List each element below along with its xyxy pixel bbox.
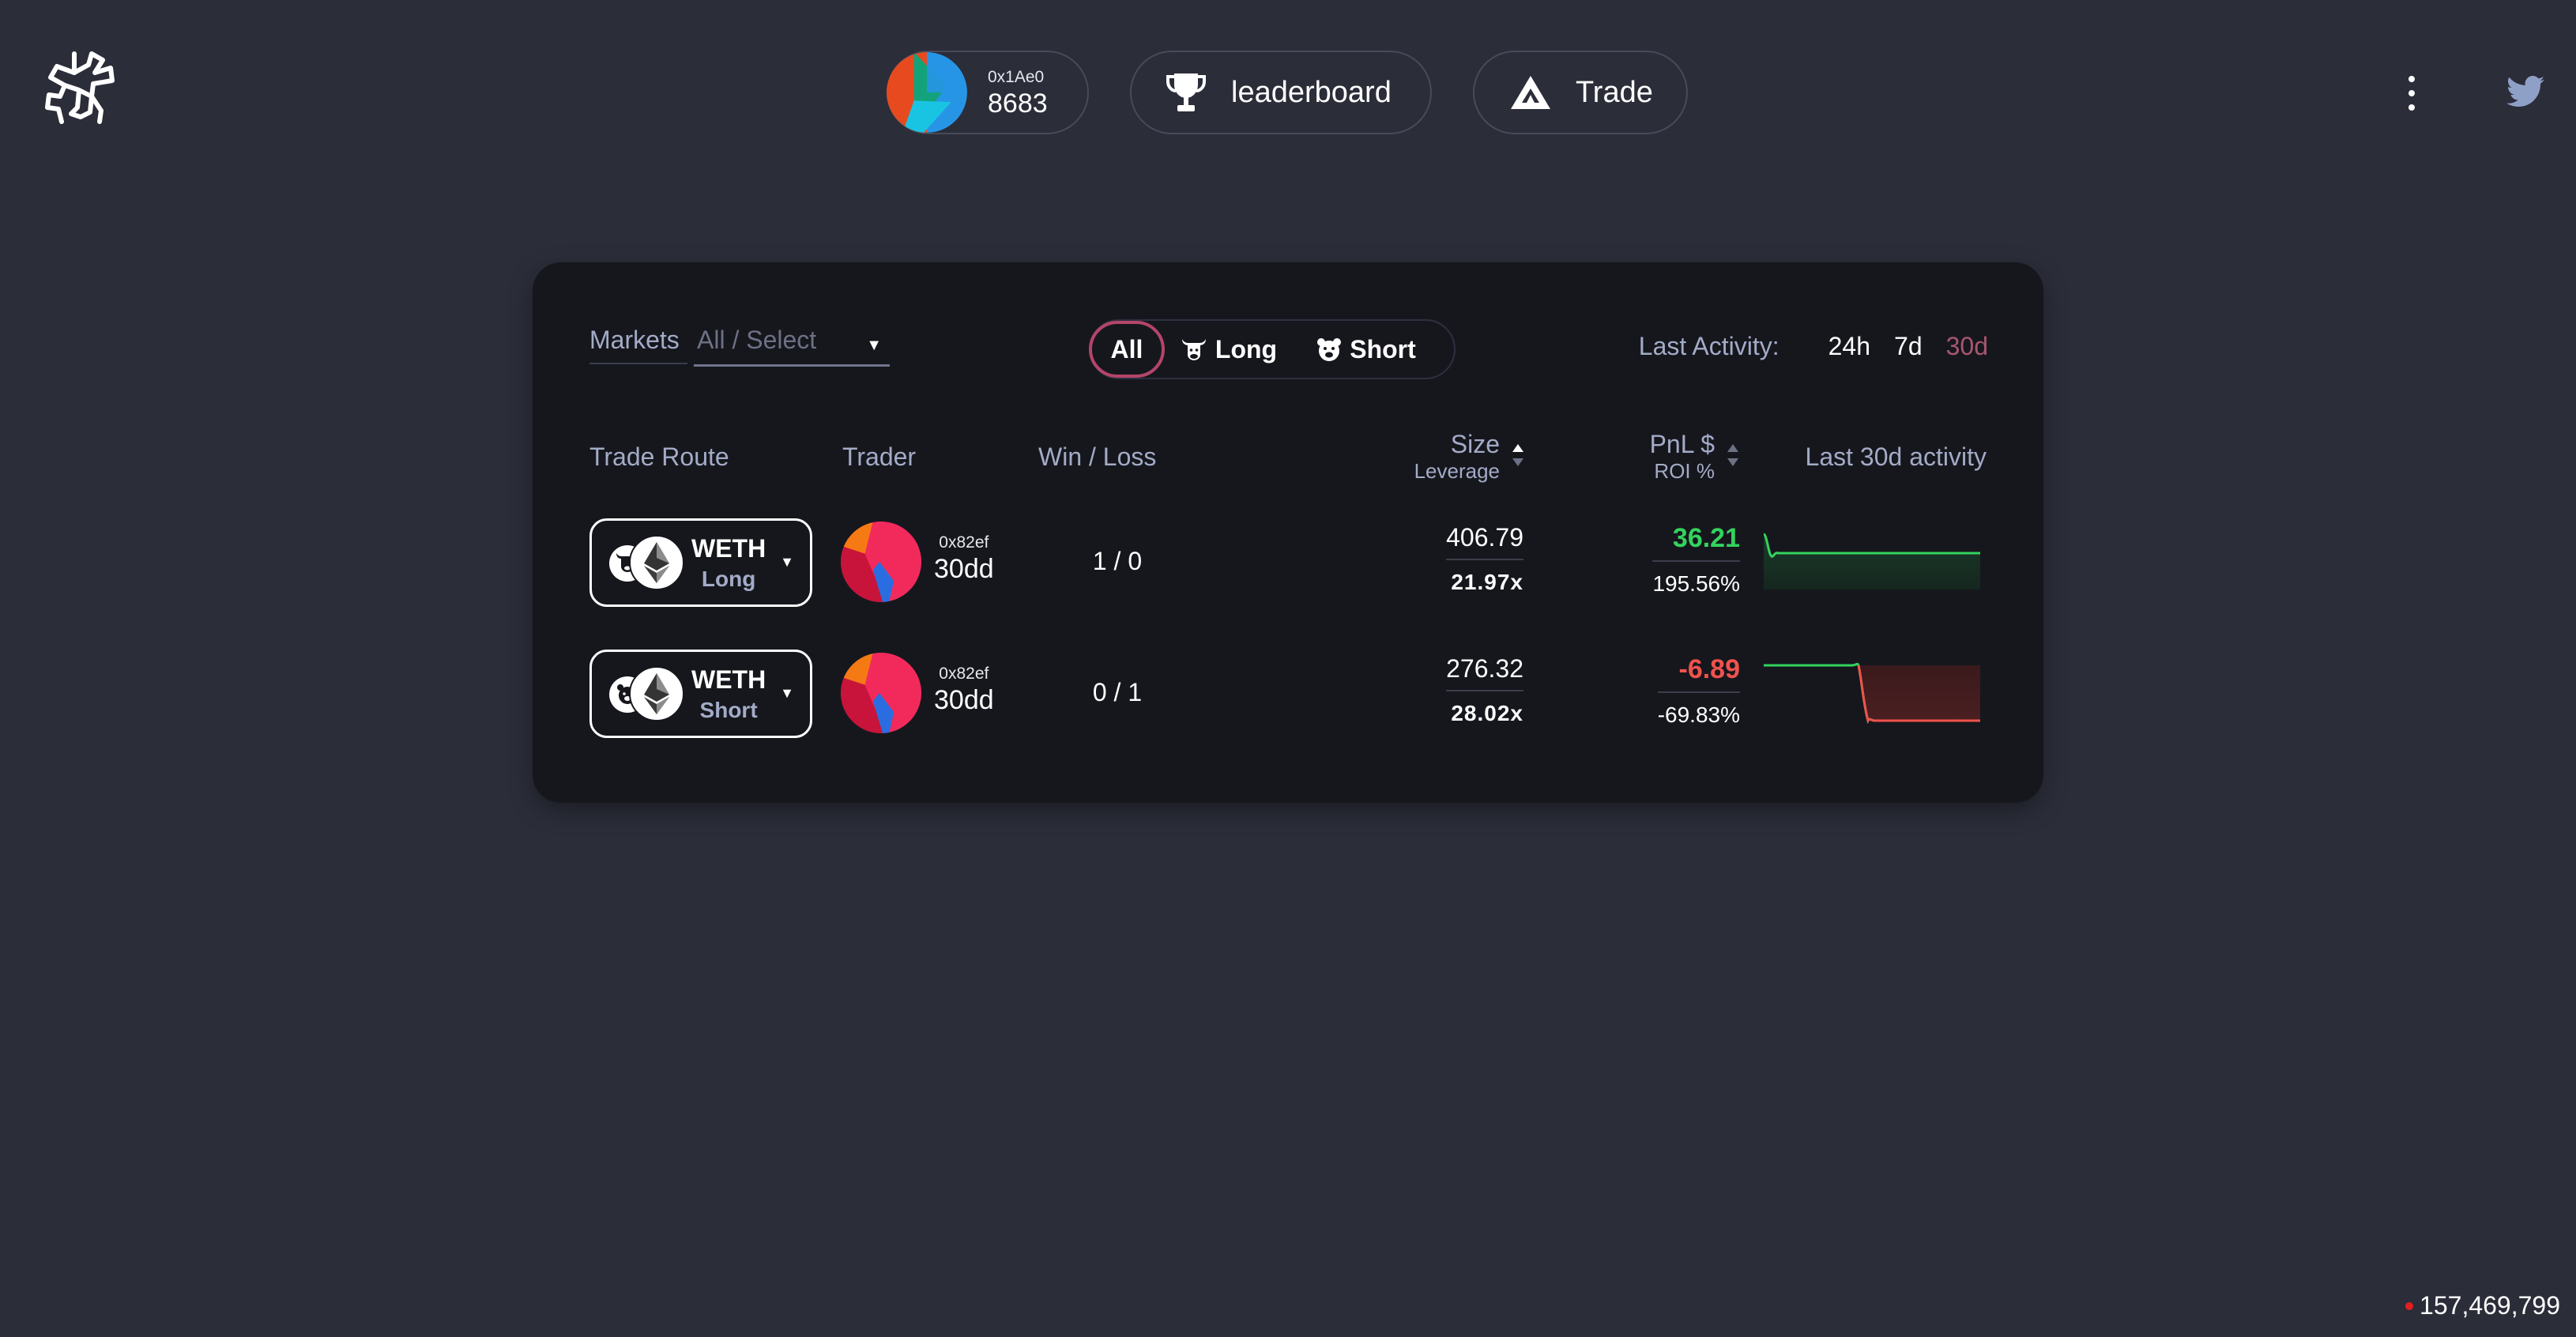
account-value: 8683 — [988, 88, 1048, 119]
bear-icon — [1317, 338, 1342, 361]
trade-route-button[interactable]: WETH Long ▼ — [589, 518, 812, 607]
size-cell: 276.32 28.02x — [1446, 654, 1523, 726]
activity-filter: Last Activity: 24h 7d 30d — [1639, 332, 1988, 361]
direction-short-button[interactable]: Short — [1293, 321, 1440, 378]
activity-option-24h[interactable]: 24h — [1828, 332, 1870, 361]
more-vertical-icon[interactable] — [2402, 76, 2421, 111]
roi-value: 195.56% — [1652, 571, 1740, 596]
size-value: 406.79 — [1446, 523, 1523, 560]
chevron-down-icon: ▼ — [780, 685, 794, 701]
header-roi-label: ROI % — [1654, 459, 1715, 483]
win-loss-value: 1 / 0 — [1092, 547, 1143, 575]
markets-select[interactable]: All / Select ▼ — [694, 326, 890, 367]
direction-all-label: All — [1110, 334, 1143, 363]
header-trade-route: Trade Route — [589, 443, 729, 471]
header-pnl-label: PnL $ — [1649, 430, 1715, 458]
leverage-value: 21.97x — [1451, 570, 1523, 594]
table-row[interactable]: WETH Short ▼ 0x82ef 30dd 0 / 1 276.32 28… — [533, 650, 2043, 738]
trader-name: 30dd — [934, 554, 994, 584]
route-direction: Long — [701, 567, 756, 592]
header-winloss: Win / Loss — [1038, 443, 1157, 471]
pnl-value: 36.21 — [1652, 523, 1740, 562]
bull-icon — [1181, 339, 1206, 360]
chevron-down-icon: ▼ — [780, 554, 794, 570]
chevron-down-icon: ▼ — [866, 337, 882, 354]
size-cell: 406.79 21.97x — [1446, 523, 1523, 595]
header-trader: Trader — [842, 443, 917, 471]
trade-route-button[interactable]: WETH Short ▼ — [589, 650, 812, 738]
ethereum-icon — [629, 535, 684, 590]
header-size[interactable]: Size Leverage — [1414, 430, 1500, 484]
route-asset: WETH — [691, 665, 766, 694]
leaderboard-label: leaderboard — [1231, 75, 1392, 109]
win-loss-value: 0 / 1 — [1092, 678, 1143, 706]
status-dot-icon — [2405, 1301, 2414, 1310]
direction-all-button[interactable]: All — [1089, 321, 1165, 378]
account-button[interactable]: 0x1Ae0 8683 — [887, 51, 1089, 134]
header-size-label: Size — [1450, 430, 1500, 458]
markets-select-value: All / Select — [697, 326, 817, 354]
trader-info[interactable]: 0x82ef 30dd — [934, 534, 994, 582]
trade-label: Trade — [1576, 75, 1653, 109]
pnl-value: -6.89 — [1657, 654, 1740, 693]
trophy-icon — [1166, 73, 1206, 111]
route-icons — [609, 665, 688, 722]
twitter-icon[interactable] — [2506, 76, 2544, 107]
activity-option-30d[interactable]: 30d — [1946, 332, 1988, 361]
block-number-indicator: 157,469,799 — [2405, 1291, 2560, 1320]
trade-button[interactable]: Trade — [1473, 51, 1688, 134]
route-direction: Short — [699, 698, 758, 723]
trades-panel: Markets All / Select ▼ All Long Short La… — [533, 262, 2043, 803]
pnl-cell: 36.21 195.56% — [1652, 523, 1740, 597]
size-value: 276.32 — [1446, 654, 1523, 691]
header-pnl[interactable]: PnL $ ROI % — [1650, 430, 1715, 484]
ethereum-icon — [629, 666, 684, 721]
pnl-cell: -6.89 -69.83% — [1657, 654, 1740, 728]
header-leverage-label: Leverage — [1414, 459, 1500, 483]
activity-label: Last Activity: — [1638, 332, 1779, 360]
trader-avatar[interactable] — [841, 653, 921, 733]
trader-address: 0x82ef — [939, 533, 989, 552]
trader-avatar[interactable] — [841, 522, 921, 602]
sort-icon[interactable] — [1511, 443, 1525, 468]
leaderboard-button[interactable]: leaderboard — [1130, 51, 1432, 134]
leverage-value: 28.02x — [1451, 701, 1523, 725]
trader-name: 30dd — [934, 685, 994, 715]
header-last-activity: Last 30d activity — [1805, 443, 1987, 471]
activity-option-7d[interactable]: 7d — [1894, 332, 1923, 361]
table-row[interactable]: WETH Long ▼ 0x82ef 30dd 1 / 0 406.79 21.… — [533, 518, 2043, 607]
route-asset: WETH — [691, 533, 766, 563]
account-avatar — [887, 52, 967, 133]
block-number: 157,469,799 — [2420, 1291, 2560, 1320]
trade-triangle-icon — [1511, 76, 1550, 109]
activity-sparkline — [1764, 662, 1980, 725]
direction-toggle: All Long Short — [1089, 319, 1456, 379]
direction-short-label: Short — [1350, 334, 1416, 363]
direction-long-label: Long — [1215, 334, 1278, 363]
direction-long-button[interactable]: Long — [1165, 321, 1293, 378]
route-icons — [609, 534, 688, 591]
account-address: 0x1Ae0 — [988, 67, 1045, 86]
sort-icon[interactable] — [1726, 443, 1740, 468]
trader-address: 0x82ef — [939, 665, 989, 683]
markets-label: Markets — [589, 326, 687, 364]
roi-value: -69.83% — [1657, 702, 1740, 727]
trader-info[interactable]: 0x82ef 30dd — [934, 665, 994, 714]
filter-bar: Markets All / Select ▼ All Long Short La… — [533, 319, 2043, 382]
activity-sparkline — [1764, 533, 1980, 589]
